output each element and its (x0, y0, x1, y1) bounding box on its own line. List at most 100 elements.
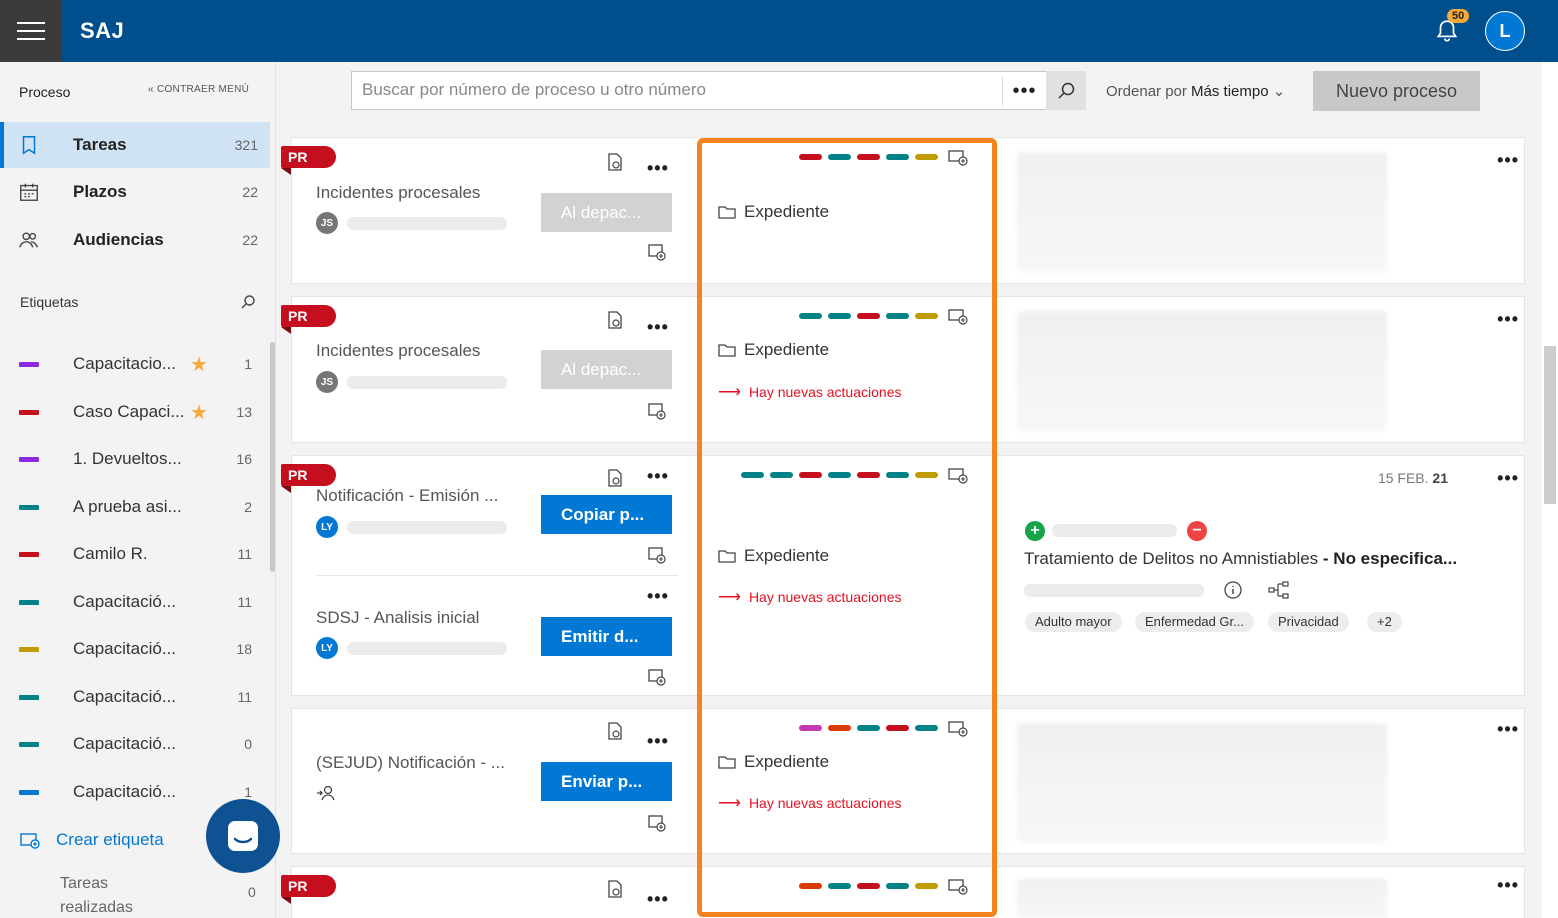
sidebar-item-tareas[interactable]: Tareas 321 (0, 122, 270, 168)
more-options-button[interactable]: ••• (647, 731, 669, 752)
main-scrollbar[interactable] (1542, 62, 1558, 918)
category-chip[interactable]: Adulto mayor (1025, 612, 1122, 632)
sidebar-tag-item[interactable]: Caso Capaci... ★ 13 (0, 392, 270, 432)
tag-color-chip[interactable] (886, 725, 909, 731)
sidebar-scrollbar[interactable] (270, 342, 275, 572)
new-actions-link[interactable]: ⟶ Hay nuevas actuaciones (718, 793, 901, 813)
more-options-button[interactable]: ••• (647, 158, 669, 179)
new-process-button[interactable]: Nuevo proceso (1313, 71, 1480, 111)
add-tag-icon[interactable] (948, 307, 968, 327)
card-more-button[interactable]: ••• (1497, 150, 1519, 171)
tag-color-chip[interactable] (886, 883, 909, 889)
sidebar-tag-item[interactable]: Capacitació... 11 (0, 677, 270, 717)
sidebar-item-plazos[interactable]: Plazos 22 (0, 169, 270, 215)
document-icon[interactable] (605, 721, 625, 741)
tag-color-chip[interactable] (828, 154, 851, 160)
info-icon[interactable] (1223, 580, 1243, 600)
process-card[interactable]: PR ••• Incidentes procesales JS Al depac… (281, 296, 1525, 443)
document-icon[interactable] (605, 310, 625, 330)
scroll-thumb[interactable] (1544, 346, 1556, 504)
sidebar-tag-item[interactable]: 1. Devueltos... 16 (0, 439, 270, 479)
category-chip[interactable]: +2 (1367, 612, 1402, 632)
chat-button[interactable] (206, 799, 280, 873)
task-title[interactable]: Incidentes procesales (316, 183, 480, 203)
more-options-button[interactable]: ••• (647, 889, 669, 910)
action-button[interactable]: Copiar p... (541, 495, 672, 534)
tag-color-chip[interactable] (886, 472, 909, 478)
tag-color-chip[interactable] (915, 313, 938, 319)
sidebar-tag-item[interactable]: Camilo R. 11 (0, 534, 270, 574)
add-tag-icon[interactable] (948, 148, 968, 168)
card-more-button[interactable]: ••• (1497, 875, 1519, 896)
tag-color-chip[interactable] (915, 154, 938, 160)
tag-color-chip[interactable] (828, 472, 851, 478)
tag-color-chip[interactable] (857, 472, 880, 478)
document-icon[interactable] (605, 879, 625, 899)
card-more-button[interactable]: ••• (1497, 468, 1519, 489)
case-title[interactable]: Tratamiento de Delitos no Amnistiables -… (1024, 549, 1457, 569)
action-button[interactable]: Emitir d... (541, 617, 672, 656)
star-icon[interactable]: ★ (190, 400, 208, 425)
tag-color-chip[interactable] (799, 725, 822, 731)
tag-color-chip[interactable] (741, 472, 764, 478)
tag-color-chip[interactable] (799, 313, 822, 319)
tag-color-chip[interactable] (799, 883, 822, 889)
expediente-link[interactable]: Expediente (718, 202, 829, 222)
tag-color-chip[interactable] (915, 725, 938, 731)
new-actions-link[interactable]: ⟶ Hay nuevas actuaciones (718, 587, 901, 607)
more-options-button[interactable]: ••• (647, 466, 669, 487)
tag-color-chip[interactable] (915, 472, 938, 478)
card-more-button[interactable]: ••• (1497, 719, 1519, 740)
hierarchy-icon[interactable] (1268, 580, 1290, 600)
new-actions-link[interactable]: ⟶ Hay nuevas actuaciones (718, 382, 901, 402)
add-note-icon[interactable] (647, 401, 667, 421)
assign-user-icon[interactable] (316, 784, 336, 802)
tag-color-chip[interactable] (857, 725, 880, 731)
create-tag-button[interactable]: Crear etiqueta (20, 830, 164, 850)
tag-color-chip[interactable] (857, 154, 880, 160)
task-title[interactable]: Notificación - Emisión ... (316, 486, 498, 506)
tag-color-chip[interactable] (886, 154, 909, 160)
sidebar-tag-item[interactable]: Capacitació... 18 (0, 629, 270, 669)
tag-color-chip[interactable] (915, 883, 938, 889)
sidebar-tag-item[interactable]: Capacitacio... ★ 1 (0, 344, 270, 384)
tag-color-chip[interactable] (799, 472, 822, 478)
more-options-button[interactable]: ••• (647, 586, 669, 607)
document-icon[interactable] (605, 468, 625, 488)
tag-color-chip[interactable] (828, 883, 851, 889)
add-note-icon[interactable] (647, 813, 667, 833)
sort-dropdown[interactable]: Ordenar por Más tiempo ⌄ (1106, 82, 1285, 100)
expediente-link[interactable]: Expediente (718, 340, 829, 360)
expediente-link[interactable]: Expediente (718, 752, 829, 772)
tag-color-chip[interactable] (770, 472, 793, 478)
tag-color-chip[interactable] (886, 313, 909, 319)
task-title[interactable]: (SEJUD) Notificación - ... (316, 753, 505, 773)
user-avatar[interactable]: L (1485, 11, 1525, 51)
task-title[interactable]: SDSJ - Analisis inicial (316, 608, 479, 628)
action-button[interactable]: Al depac... (541, 350, 672, 389)
menu-button[interactable] (0, 0, 62, 62)
category-chip[interactable]: Enfermedad Gr... (1135, 612, 1254, 632)
process-card[interactable]: PR ••• ••• (281, 866, 1525, 918)
search-button[interactable] (1046, 71, 1086, 110)
search-icon[interactable] (240, 294, 256, 310)
add-tag-icon[interactable] (948, 877, 968, 897)
action-button[interactable]: Al depac... (541, 193, 672, 232)
add-tag-icon[interactable] (948, 466, 968, 486)
sidebar-tag-item[interactable]: Capacitació... 0 (0, 724, 270, 764)
add-note-icon[interactable] (647, 242, 667, 262)
category-chip[interactable]: Privacidad (1268, 612, 1349, 632)
sidebar-tag-item[interactable]: A prueba asi... 2 (0, 487, 270, 527)
search-options-button[interactable]: ••• (1002, 76, 1046, 106)
process-card[interactable]: PR ••• Incidentes procesales JS Al depac… (281, 137, 1525, 284)
tag-color-chip[interactable] (828, 725, 851, 731)
expediente-link[interactable]: Expediente (718, 546, 829, 566)
task-title[interactable]: Incidentes procesales (316, 341, 480, 361)
process-card[interactable]: ••• (SEJUD) Notificación - ... Enviar p.… (291, 708, 1525, 854)
more-options-button[interactable]: ••• (647, 317, 669, 338)
tag-color-chip[interactable] (857, 313, 880, 319)
done-tasks-label[interactable]: Tareas realizadas (60, 872, 140, 918)
document-icon[interactable] (605, 152, 625, 172)
search-input[interactable] (362, 80, 982, 100)
process-card[interactable]: PR ••• Notificación - Emisión ... LY Cop… (281, 455, 1525, 696)
